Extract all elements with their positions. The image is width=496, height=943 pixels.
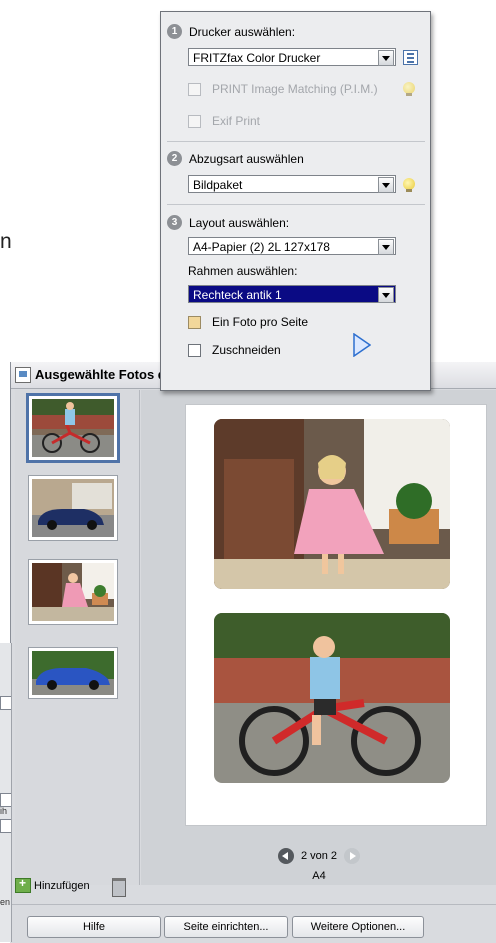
frame-select[interactable]: Rechteck antik 1 [188, 285, 396, 303]
pim-checkbox[interactable] [188, 83, 201, 96]
print-type-select[interactable]: Bildpaket [188, 175, 396, 193]
thumbnail-toolbar: Hinzufügen [15, 872, 139, 900]
thumbnail-boy-bike[interactable] [29, 396, 117, 460]
add-photos-button[interactable]: Hinzufügen [15, 876, 90, 893]
one-photo-per-page-label: Ein Foto pro Seite [212, 315, 309, 329]
divider [167, 204, 425, 205]
pim-label: PRINT Image Matching (P.I.M.) [212, 82, 378, 96]
step-title: Drucker auswählen: [189, 24, 296, 39]
more-options-button[interactable]: Weitere Optionen... [292, 916, 424, 938]
add-photo-icon [15, 876, 31, 893]
page-setup-button[interactable]: Seite einrichten... [164, 916, 288, 938]
crop-checkbox[interactable] [188, 344, 201, 357]
page-count: 2 von 2 [300, 850, 338, 862]
thumbnail-girl-dress[interactable] [29, 560, 117, 624]
mouse-cursor-icon [353, 333, 371, 357]
divider [167, 141, 425, 142]
one-photo-per-page-checkbox[interactable] [188, 316, 201, 329]
add-photos-label: Hinzufügen [34, 879, 90, 892]
chevron-down-icon[interactable] [378, 177, 394, 193]
partially-visible-dialog: ih en [0, 643, 12, 942]
exif-label: Exif Print [212, 114, 261, 128]
step-select-layout: 3 Layout auswählen: [167, 215, 289, 230]
thumbnail-panel[interactable] [15, 390, 140, 885]
dialog-button-bar: Hilfe Seite einrichten... Weitere Option… [10, 904, 496, 943]
step-title: Layout auswählen: [189, 215, 290, 230]
paper-size: A4 [312, 870, 326, 882]
step-title: Abzugsart auswählen [189, 151, 304, 166]
lightbulb-icon[interactable] [403, 82, 415, 96]
crop-label: Zuschneiden [212, 343, 281, 357]
step-select-printer: 1 Drucker auswählen: [167, 24, 295, 39]
preview-photo-girl [214, 419, 450, 589]
partial-text: en [0, 897, 11, 907]
print-settings-panel: 1 Drucker auswählen: FRITZfax Color Druc… [160, 11, 431, 391]
thumbnail-car-garage[interactable] [29, 476, 117, 540]
printer-select[interactable]: FRITZfax Color Drucker [188, 48, 396, 66]
step-select-print-type: 2 Abzugsart auswählen [167, 151, 304, 166]
exif-checkbox[interactable] [188, 115, 201, 128]
chevron-down-icon[interactable] [378, 50, 394, 66]
partial-dropdown[interactable] [0, 696, 11, 710]
step-number-icon: 3 [167, 215, 182, 230]
printer-value: FRITZfax Color Drucker [193, 51, 321, 65]
dialog-title: Ausgewählte Fotos d [35, 367, 166, 382]
chevron-down-icon[interactable] [378, 287, 394, 303]
chevron-down-icon[interactable] [378, 239, 394, 255]
layout-value: A4-Papier (2) 2L 127x178 [193, 240, 330, 254]
thumbnail-blue-car[interactable] [29, 648, 117, 698]
layout-select[interactable]: A4-Papier (2) 2L 127x178 [188, 237, 396, 255]
print-photos-dialog: Ausgewählte Fotos d + Hinzufügen 2 von 2… [10, 362, 496, 942]
page-navigator: 2 von 2 A4 [141, 848, 496, 882]
trash-icon[interactable] [112, 878, 126, 897]
previous-page-icon[interactable] [277, 848, 294, 864]
partial-text: ih [0, 806, 8, 816]
preview-photo-boy [214, 613, 450, 783]
frame-title: Rahmen auswählen: [188, 264, 298, 278]
printer-properties-icon[interactable] [403, 50, 418, 65]
lightbulb-icon[interactable] [403, 178, 415, 192]
help-button[interactable]: Hilfe [27, 916, 161, 938]
print-preview-area: 2 von 2 A4 [141, 390, 496, 885]
frame-value: Rechteck antik 1 [193, 288, 282, 302]
partial-dropdown[interactable] [0, 793, 11, 807]
print-app-icon [15, 367, 31, 383]
edge-text-fragment: n [0, 230, 12, 253]
print-type-value: Bildpaket [193, 178, 243, 192]
preview-page [186, 405, 486, 825]
step-number-icon: 2 [167, 151, 182, 166]
next-page-icon[interactable] [344, 848, 361, 864]
step-number-icon: 1 [167, 24, 182, 39]
partial-dropdown[interactable] [0, 819, 11, 833]
